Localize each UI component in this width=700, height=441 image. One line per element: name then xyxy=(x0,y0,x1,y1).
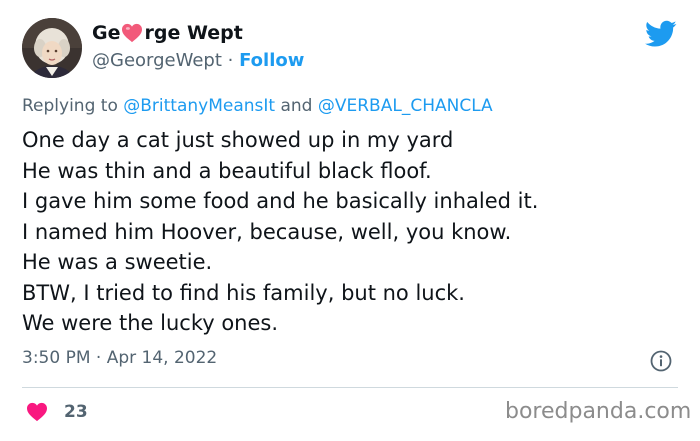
like-count: 23 xyxy=(64,402,88,422)
avatar-portrait xyxy=(22,18,82,78)
replying-to-line: Replying to @BrittanyMeansIt and @VERBAL… xyxy=(22,96,493,116)
handle-row: @GeorgeWept · Follow xyxy=(92,50,304,71)
like-action[interactable]: 23 xyxy=(26,402,88,422)
user-handle[interactable]: @GeorgeWept xyxy=(92,50,222,71)
handle-separator: · xyxy=(221,50,240,71)
divider xyxy=(22,387,678,388)
replying-to-conjunction: and xyxy=(275,96,318,116)
tweet-line: I gave him some food and he basically in… xyxy=(22,189,539,213)
tweet-line: We were the lucky ones. xyxy=(22,311,279,335)
tweet-line: He was thin and a beautiful black floof. xyxy=(22,158,432,183)
display-name-part2: rge Wept xyxy=(144,22,243,44)
tweet-line: BTW, I tried to find his family, but no … xyxy=(22,280,465,305)
tweet-text: One day a cat just showed up in my yard … xyxy=(22,125,538,339)
info-icon[interactable] xyxy=(650,350,672,372)
heart-emoji-icon xyxy=(121,23,143,43)
heart-icon[interactable] xyxy=(26,402,48,422)
display-name[interactable]: Ge rge Wept xyxy=(92,22,243,44)
mention-link-1[interactable]: @BrittanyMeansIt xyxy=(123,96,275,116)
replying-to-prefix: Replying to xyxy=(22,96,124,116)
tweet-line: I named him Hoover, because, well, you k… xyxy=(22,219,512,244)
follow-button[interactable]: Follow xyxy=(239,50,304,71)
tweet-timestamp[interactable]: 3:50 PM · Apr 14, 2022 xyxy=(22,348,217,368)
avatar[interactable] xyxy=(22,18,82,78)
tweet-line: He was a sweetie. xyxy=(22,250,213,274)
display-name-part1: Ge xyxy=(92,22,121,44)
twitter-bird-icon[interactable] xyxy=(645,20,677,48)
watermark: boredpanda.com xyxy=(505,399,692,424)
tweet-line: One day a cat just showed up in my yard xyxy=(22,128,454,152)
mention-link-2[interactable]: @VERBAL_CHANCLA xyxy=(318,96,493,116)
